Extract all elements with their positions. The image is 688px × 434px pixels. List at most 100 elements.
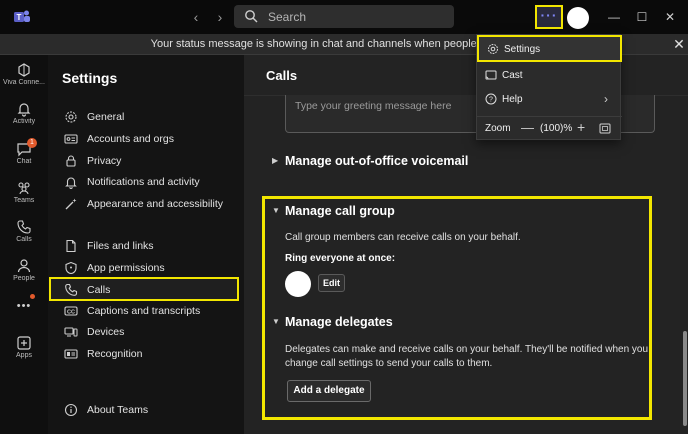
delegates-section-toggle[interactable]: ▼ Manage delegates xyxy=(272,315,393,329)
delegates-description: Delegates can make and receive calls on … xyxy=(285,343,648,371)
menu-item-settings[interactable]: Settings xyxy=(477,35,622,62)
settings-item-label: About Teams xyxy=(87,404,149,416)
app-rail: Viva Conne... Activity 1 Chat Teams Call… xyxy=(0,55,48,434)
rail-more-apps[interactable]: ••• xyxy=(0,300,48,318)
settings-item-label: Calls xyxy=(87,284,111,296)
menu-item-cast[interactable]: Cast xyxy=(477,63,622,87)
zoom-in-button[interactable]: + xyxy=(577,119,585,135)
devices-icon xyxy=(64,327,78,337)
forward-arrow-icon[interactable]: › xyxy=(212,9,228,25)
bell-icon xyxy=(65,177,77,189)
section-heading: Manage delegates xyxy=(285,315,393,329)
call-group-section-toggle[interactable]: ▼ Manage call group xyxy=(272,204,395,218)
ooo-voicemail-section-toggle[interactable]: ▶ Manage out-of-office voicemail xyxy=(272,154,468,168)
settings-item-label: General xyxy=(87,111,125,123)
search-input[interactable] xyxy=(268,7,448,26)
phone-icon xyxy=(65,283,78,296)
maximize-icon[interactable]: ☐ xyxy=(634,9,650,25)
settings-item-recognition[interactable]: Recognition xyxy=(50,343,240,365)
svg-text:T: T xyxy=(17,13,22,22)
settings-item-captions[interactable]: CC Captions and transcripts xyxy=(50,300,240,322)
banner-close-icon[interactable]: ✕ xyxy=(672,36,686,52)
svg-text:?: ? xyxy=(489,97,493,104)
rail-item-calls[interactable]: Calls xyxy=(0,216,48,256)
more-options-menu: Settings Cast ? Help › Zoom — (100)% + xyxy=(476,34,622,141)
back-arrow-icon[interactable]: ‹ xyxy=(188,9,204,25)
chat-badge: 1 xyxy=(27,138,37,148)
settings-item-label: Notifications and activity xyxy=(87,176,200,188)
gear-icon xyxy=(65,111,77,123)
edit-call-group-button[interactable]: Edit xyxy=(318,274,345,292)
title-bar: T ‹ › ··· — ☐ ✕ xyxy=(0,0,688,34)
fullscreen-icon[interactable] xyxy=(599,123,611,134)
recognition-icon xyxy=(64,349,78,359)
chevron-down-icon: ▼ xyxy=(272,317,280,326)
rail-label: Chat xyxy=(16,158,32,165)
settings-item-label: Appearance and accessibility xyxy=(87,198,223,210)
menu-item-help[interactable]: ? Help › xyxy=(477,87,622,111)
settings-item-about[interactable]: About Teams xyxy=(50,399,240,421)
rail-item-teams[interactable]: Teams xyxy=(0,177,48,217)
settings-item-privacy[interactable]: Privacy xyxy=(50,150,240,172)
settings-item-appearance[interactable]: Appearance and accessibility xyxy=(50,193,240,215)
rail-item-people[interactable]: People xyxy=(0,255,48,295)
lock-icon xyxy=(66,155,76,167)
greeting-placeholder: Type your greeting message here xyxy=(295,100,452,112)
search-box[interactable] xyxy=(234,5,454,28)
plus-square-icon xyxy=(17,336,31,350)
scrollbar[interactable] xyxy=(683,331,687,426)
shield-icon xyxy=(65,261,77,275)
file-icon xyxy=(66,239,76,253)
settings-item-devices[interactable]: Devices xyxy=(50,321,240,343)
rail-item-chat[interactable]: 1 Chat xyxy=(0,138,48,178)
delegates-desc-line: change call settings to send your calls … xyxy=(285,358,493,369)
settings-item-notifications[interactable]: Notifications and activity xyxy=(50,171,240,193)
rail-label: Activity xyxy=(12,118,36,125)
section-heading: Manage out-of-office voicemail xyxy=(285,154,469,168)
chevron-right-icon: › xyxy=(604,92,608,106)
rail-item-activity[interactable]: Activity xyxy=(0,98,48,138)
id-card-icon xyxy=(64,134,78,144)
rail-label: Viva Conne... xyxy=(3,79,45,86)
settings-item-label: Accounts and orgs xyxy=(87,133,174,145)
minimize-icon[interactable]: — xyxy=(606,9,622,25)
viva-connections-icon xyxy=(18,63,30,77)
close-window-icon[interactable]: ✕ xyxy=(662,9,678,25)
zoom-out-button[interactable]: — xyxy=(521,120,534,135)
rail-label: Teams xyxy=(13,197,35,204)
profile-avatar[interactable] xyxy=(567,7,589,29)
settings-panel: Settings General Accounts and orgs Priva… xyxy=(48,55,244,434)
settings-item-label: Devices xyxy=(87,326,125,338)
calls-settings-content: Calls Type your greeting message here ▶ M… xyxy=(244,55,688,434)
info-icon xyxy=(64,403,78,417)
rail-label: People xyxy=(13,275,35,282)
help-icon: ? xyxy=(485,93,497,105)
menu-item-label: Settings xyxy=(504,44,541,55)
more-options-button[interactable]: ··· xyxy=(535,5,563,29)
call-group-member-avatar xyxy=(285,271,311,297)
settings-item-calls[interactable]: Calls xyxy=(49,277,239,301)
settings-item-label: Recognition xyxy=(87,348,143,360)
zoom-control: Zoom — (100)% + xyxy=(477,117,622,141)
settings-item-accounts[interactable]: Accounts and orgs xyxy=(50,128,240,150)
section-heading: Manage call group xyxy=(285,204,395,218)
search-icon xyxy=(245,10,258,23)
gear-icon xyxy=(488,44,498,54)
settings-item-label: Privacy xyxy=(87,155,122,167)
settings-item-app-permissions[interactable]: App permissions xyxy=(50,257,240,279)
add-delegate-button[interactable]: Add a delegate xyxy=(287,380,371,402)
phone-icon xyxy=(17,220,31,234)
zoom-label: Zoom xyxy=(485,123,511,134)
rail-item-viva-connections[interactable]: Viva Conne... xyxy=(0,59,48,99)
delegates-desc-line: Delegates can make and receive calls on … xyxy=(285,344,649,355)
zoom-value: (100)% xyxy=(540,123,573,134)
menu-item-label: Cast xyxy=(502,70,523,81)
rail-item-apps[interactable]: Apps xyxy=(0,332,48,372)
settings-item-general[interactable]: General xyxy=(50,106,240,128)
settings-item-files[interactable]: Files and links xyxy=(50,235,240,257)
settings-item-label: App permissions xyxy=(87,262,165,274)
ring-label: Ring everyone at once: xyxy=(285,253,396,264)
settings-title: Settings xyxy=(62,70,118,86)
teams-logo-icon[interactable]: T xyxy=(13,8,31,26)
settings-item-label: Files and links xyxy=(87,240,154,252)
